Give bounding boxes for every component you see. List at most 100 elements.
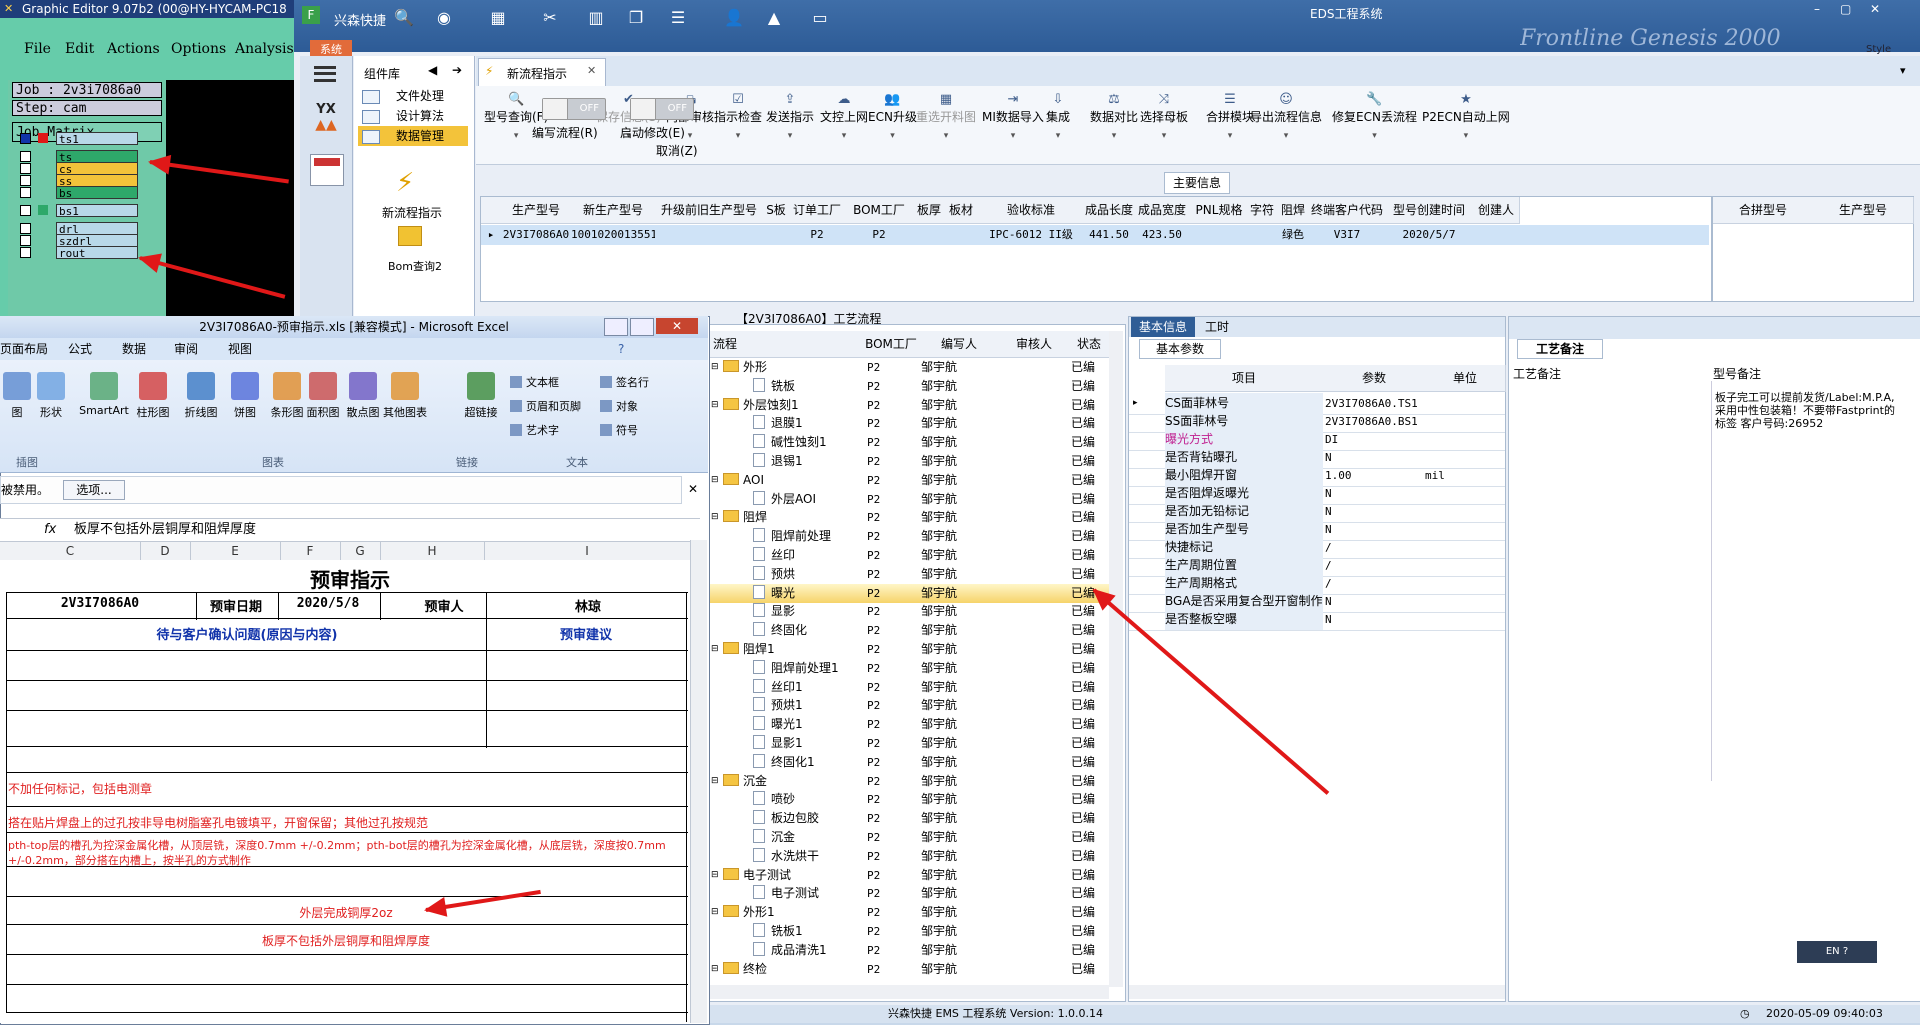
main-header[interactable]: 板厚: [913, 197, 946, 224]
main-cell[interactable]: [655, 225, 763, 245]
ribbon-button[interactable]: 形状: [28, 372, 74, 420]
menu-file[interactable]: File: [24, 41, 51, 57]
ribbon-button[interactable]: 折线图: [178, 372, 224, 420]
layer-row[interactable]: ts1: [20, 132, 140, 146]
reviewer-label-cell[interactable]: 预审人: [404, 596, 484, 615]
menu-analysis[interactable]: Analysis: [235, 41, 294, 57]
layer-row[interactable]: rout: [20, 246, 140, 260]
note-cell-2[interactable]: 搭在贴片焊盘上的过孔按非导电树脂塞孔电镀填平，开窗保留；其他过孔按规范: [8, 814, 678, 831]
ribbon-button[interactable]: 超链接: [458, 372, 504, 420]
process-row[interactable]: 退膜1 P2 邹宇航 已编: [709, 414, 1109, 433]
close-button[interactable]: ✕: [1870, 2, 1880, 16]
tab-process-remarks[interactable]: 工艺备注: [1517, 339, 1603, 359]
main-header[interactable]: 验收标准: [977, 197, 1086, 224]
column-header[interactable]: D: [140, 542, 191, 560]
ribbon-text-button[interactable]: 艺术字: [510, 422, 559, 438]
process-row[interactable]: 阻焊 P2 邹宇航 已编 ⊟: [709, 508, 1109, 527]
layer-checkbox[interactable]: [20, 187, 31, 198]
process-row[interactable]: 电子测试 P2 邹宇航 已编 ⊟: [709, 866, 1109, 885]
main-cell[interactable]: [1191, 225, 1247, 245]
tab-work-hours[interactable]: 工时: [1205, 317, 1245, 337]
process-row[interactable]: 喷砂 P2 邹宇航 已编: [709, 790, 1109, 809]
toolbar-button[interactable]: ⇪ 发送指示 ▾: [766, 92, 814, 152]
toolbar-button[interactable]: ★ P2ECN自动上网 ▾: [1422, 92, 1510, 152]
toolbar-button[interactable]: 🔍 型号查询(F) ▾: [484, 92, 548, 152]
process-row[interactable]: 碱性蚀刻1 P2 邹宇航 已编: [709, 433, 1109, 452]
main-header[interactable]: 升级前旧生产型号: [655, 197, 764, 224]
main-header[interactable]: 板材: [945, 197, 978, 224]
main-cell[interactable]: [1247, 225, 1277, 245]
process-header-writer[interactable]: 编写人: [919, 331, 1000, 358]
main-cell[interactable]: P2: [845, 225, 913, 245]
process-row[interactable]: 曝光 P2 邹宇航 已编: [709, 583, 1109, 603]
param-header-value[interactable]: 参数: [1323, 365, 1426, 392]
bom-query-item[interactable]: Bom查询2: [388, 258, 442, 274]
process-vscroll[interactable]: [1109, 331, 1123, 987]
layer-checkbox[interactable]: [20, 163, 31, 174]
date-cell[interactable]: 2020/5/8: [280, 596, 376, 611]
process-row[interactable]: 丝印 P2 邹宇航 已编: [709, 546, 1109, 565]
params-hscroll[interactable]: [1129, 985, 1505, 999]
main-cell[interactable]: 2V3I7086A0: [501, 225, 571, 245]
toolbar-button[interactable]: ☑ 指示检查 ▾: [714, 92, 762, 152]
folder-icon[interactable]: [398, 226, 422, 246]
process-header-flow[interactable]: 流程: [709, 331, 864, 358]
process-row[interactable]: 阻焊1 P2 邹宇航 已编 ⊟: [709, 640, 1109, 659]
ribbon-text-button[interactable]: 符号: [600, 422, 638, 438]
expand-icon[interactable]: ⊟: [711, 640, 719, 659]
main-header[interactable]: 创建人: [1473, 197, 1520, 224]
list-icon[interactable]: ☰: [666, 7, 690, 29]
ribbon-text-button[interactable]: 文本框: [510, 374, 559, 390]
film-icon[interactable]: ▥: [584, 7, 608, 29]
excel-vscroll[interactable]: [690, 540, 707, 1023]
grid-icon[interactable]: ▦: [486, 7, 510, 29]
style-menu[interactable]: Style: [1866, 44, 1891, 55]
ribbon-button[interactable]: 柱形图: [130, 372, 176, 420]
param-header-unit[interactable]: 单位: [1425, 365, 1506, 392]
copy-icon[interactable]: ❐: [624, 7, 648, 29]
lightning-icon[interactable]: ⚡: [396, 168, 414, 198]
tab-page-layout[interactable]: 页面布局: [0, 338, 48, 360]
process-row[interactable]: 曝光1 P2 邹宇航 已编: [709, 715, 1109, 734]
ribbon-button[interactable]: 散点图: [340, 372, 386, 420]
layer-row[interactable]: bs: [20, 186, 140, 200]
main-cell[interactable]: 423.50: [1133, 225, 1191, 245]
layer-row[interactable]: bs1: [20, 204, 140, 218]
process-row[interactable]: 外层AOI P2 邹宇航 已编: [709, 490, 1109, 509]
ribbon-button[interactable]: 饼图: [222, 372, 268, 420]
help-icon[interactable]: ?: [618, 338, 624, 360]
expand-icon[interactable]: ⊟: [711, 358, 719, 377]
main-header[interactable]: 生产型号: [501, 197, 572, 224]
ribbon-button[interactable]: SmartArt: [76, 372, 132, 417]
main-header[interactable]: 字符: [1247, 197, 1278, 224]
toolbar-button[interactable]: ⚖ 数据对比 ▾: [1090, 92, 1138, 152]
ribbon-text-button[interactable]: 对象: [600, 398, 638, 414]
nav-item[interactable]: 数据管理: [358, 126, 468, 146]
tab-basic-info[interactable]: 基本信息: [1131, 317, 1195, 337]
issue-header-cell[interactable]: 待与客户确认问题(原因与内容): [6, 624, 488, 643]
process-hscroll[interactable]: [709, 985, 1109, 999]
process-header-reviewer[interactable]: 审核人: [999, 331, 1070, 358]
process-row[interactable]: 成品清洗1 P2 邹宇航 已编: [709, 941, 1109, 960]
ribbon-text-button[interactable]: 签名行: [600, 374, 649, 390]
main-header[interactable]: 阻焊: [1277, 197, 1310, 224]
main-cell[interactable]: P2: [789, 225, 845, 245]
ribbon-button[interactable]: 其他图表: [382, 372, 428, 420]
note-cell-3[interactable]: pth-top层的槽孔为控深金属化槽，从顶层铣，深度0.7mm +/-0.2mm…: [8, 838, 682, 870]
maximize-button[interactable]: ▢: [1840, 2, 1851, 16]
fx-label[interactable]: fx: [44, 519, 56, 541]
process-header-bom[interactable]: BOM工厂: [863, 331, 920, 358]
main-header[interactable]: 成品宽度: [1133, 197, 1192, 224]
main-cell[interactable]: 2020/5/7: [1385, 225, 1473, 245]
tab-formulas[interactable]: 公式: [68, 338, 92, 360]
process-row[interactable]: 阻焊前处理1 P2 邹宇航 已编: [709, 659, 1109, 678]
tab-data[interactable]: 数据: [122, 338, 146, 360]
layer-checkbox[interactable]: [20, 133, 31, 144]
menu-edit[interactable]: Edit: [65, 41, 94, 57]
reviewer-cell[interactable]: 林琼: [490, 596, 686, 615]
column-header[interactable]: I: [484, 542, 691, 560]
layer-checkbox[interactable]: [20, 175, 31, 186]
expand-icon[interactable]: ⊟: [711, 508, 719, 527]
layer-checkbox[interactable]: [20, 223, 31, 234]
graphic-editor-titlebar[interactable]: ✕ Graphic Editor 9.07b2 (00@HY-HYCAM-PC1…: [0, 0, 300, 18]
